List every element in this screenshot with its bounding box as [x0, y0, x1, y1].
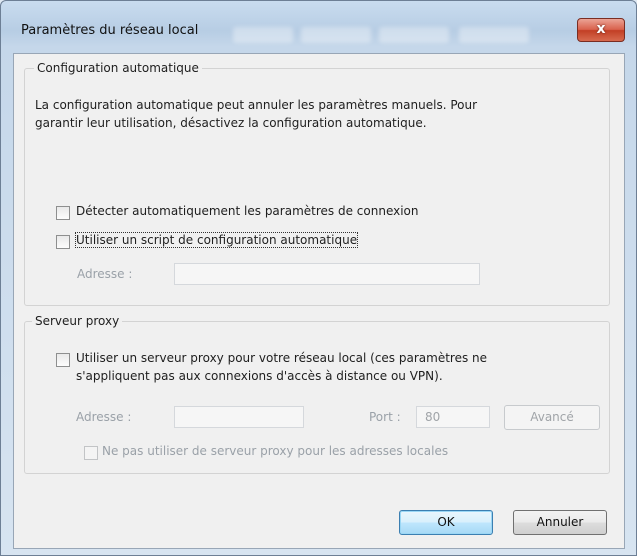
- use-proxy-label-line1[interactable]: Utiliser un serveur proxy pour votre rés…: [76, 351, 487, 365]
- window-title: Paramètres du réseau local: [21, 23, 199, 38]
- proxy-address-label: Adresse :: [76, 410, 132, 424]
- lan-settings-dialog: Paramètres du réseau local x Configurati…: [0, 0, 637, 556]
- auto-config-description-line1: La configuration automatique peut annule…: [35, 98, 478, 112]
- ok-button[interactable]: OK: [399, 510, 493, 535]
- auto-config-legend: Configuration automatique: [34, 61, 202, 75]
- proxy-port-input[interactable]: 80: [416, 406, 490, 428]
- script-address-label: Adresse :: [77, 267, 133, 281]
- background-tab-ghost: [459, 27, 529, 43]
- auto-config-description-line2: garantir leur utilisation, désactivez la…: [35, 116, 427, 130]
- close-button[interactable]: x: [577, 18, 625, 42]
- background-tab-ghost: [233, 27, 293, 43]
- proxy-port-value: 80: [425, 410, 441, 424]
- proxy-legend: Serveur proxy: [32, 314, 123, 328]
- title-bar[interactable]: Paramètres du réseau local x: [1, 1, 636, 51]
- proxy-address-input[interactable]: [174, 406, 304, 428]
- auto-config-script-checkbox[interactable]: [56, 235, 70, 249]
- use-proxy-label-line2[interactable]: s'appliquent pas aux connexions d'accès …: [76, 369, 443, 383]
- advanced-button[interactable]: Avancé: [504, 405, 600, 430]
- detect-settings-label[interactable]: Détecter automatiquement les paramètres …: [76, 204, 419, 218]
- detect-settings-checkbox[interactable]: [56, 206, 70, 220]
- script-address-input[interactable]: [174, 263, 480, 285]
- background-tab-ghost: [379, 27, 449, 43]
- bypass-local-label[interactable]: Ne pas utiliser de serveur proxy pour le…: [102, 444, 448, 458]
- use-proxy-checkbox[interactable]: [56, 353, 70, 367]
- proxy-port-label: Port :: [369, 410, 401, 424]
- background-tab-ghost: [301, 27, 371, 43]
- cancel-button[interactable]: Annuler: [513, 510, 607, 535]
- auto-config-script-label[interactable]: Utiliser un script de configuration auto…: [74, 232, 359, 248]
- bypass-local-checkbox[interactable]: [84, 446, 98, 460]
- close-icon: x: [596, 21, 606, 37]
- dialog-body: Configuration automatique La configurati…: [13, 53, 625, 549]
